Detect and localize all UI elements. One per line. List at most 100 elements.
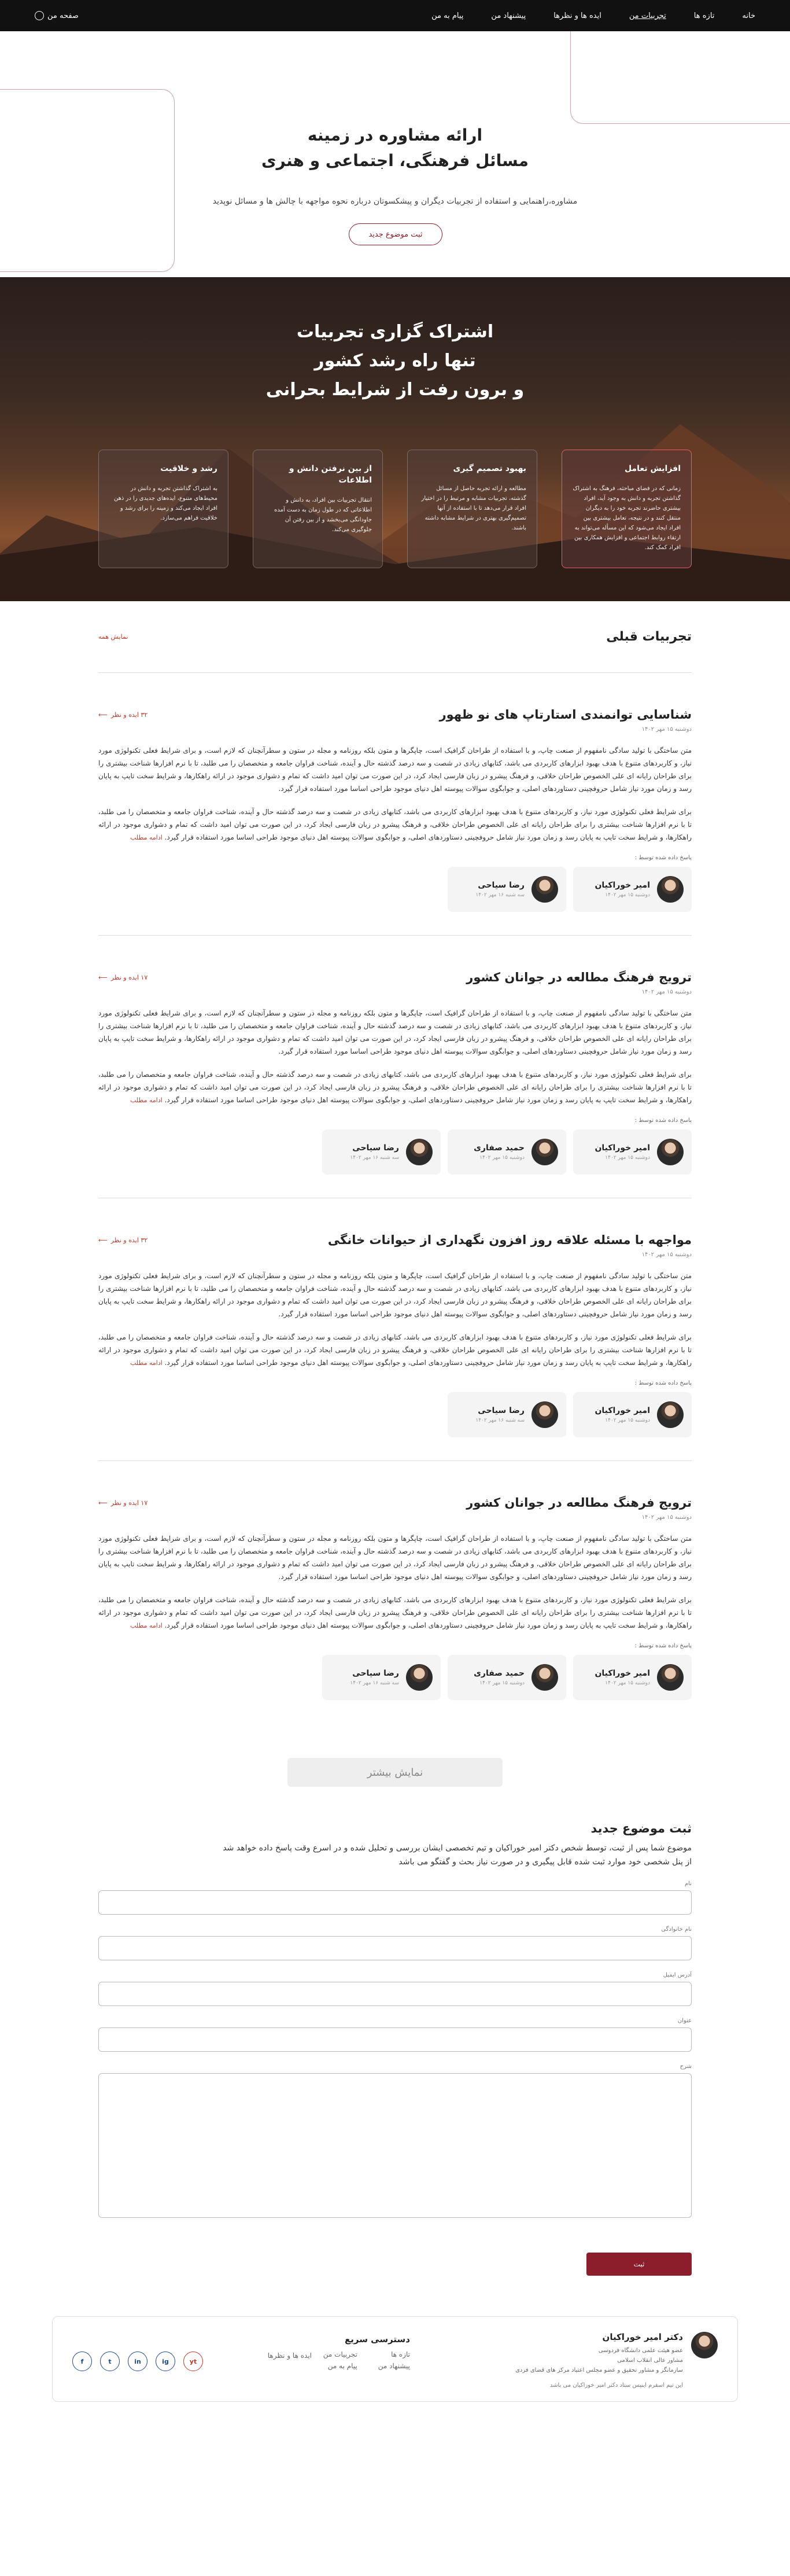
footer-profile: دکتر امیر خوراکیان عضو هیئت علمی دانشگاه… — [515, 2332, 718, 2389]
hero-frame-left — [0, 89, 175, 272]
comments-count-label: ۳۲ ایده و نظر — [110, 711, 148, 719]
post-date: دوشنبه ۱۵ مهر ۱۴۰۲ — [641, 1514, 692, 1521]
footer-link-ideas[interactable]: ایده ها و نظرها — [268, 2351, 312, 2360]
read-more-link[interactable]: ادامه مطلب — [130, 1096, 163, 1104]
footer: دکتر امیر خوراکیان عضو هیئت علمی دانشگاه… — [52, 2316, 738, 2402]
experience-post: ترویج فرهنگ مطالعه در جوانان کشور دوشنبه… — [98, 1461, 692, 1723]
family-field[interactable] — [98, 1936, 692, 1960]
author-card[interactable]: امیر خوراکیان دوشنبه ۱۵ مهر ۱۴۰۲ — [573, 867, 692, 912]
author-card[interactable]: رضا سیاحی سه شنبه ۱۶ مهر ۱۴۰۲ — [322, 1655, 441, 1700]
post-title[interactable]: ترویج فرهنگ مطالعه در جوانان کشور — [98, 970, 692, 984]
facebook-icon[interactable]: f — [72, 2351, 92, 2371]
answered-by-label: پاسخ داده شده توسط : — [634, 1643, 692, 1649]
post-title[interactable]: مواجهه با مسئله علاقه روز افزون نگهداری … — [98, 1233, 692, 1247]
footer-link-suggest[interactable]: پیشنهاد من — [378, 2362, 410, 2370]
nav-ideas[interactable]: ایده ها و نظرها — [553, 12, 601, 20]
comments-count[interactable]: ۳۲ ایده و نظر ⟵ — [98, 711, 147, 719]
section-header: تجربیات قبلی نمایش همه — [98, 601, 692, 673]
footer-link-message[interactable]: پیام به من — [323, 2362, 357, 2370]
avatar — [657, 1401, 684, 1428]
post-paragraph: برای شرایط فعلی تکنولوژی مورد نیاز، و کا… — [98, 1331, 692, 1370]
twitter-icon[interactable]: t — [100, 2351, 120, 2371]
post-paragraph: متن ساختگی با تولید سادگی نامفهوم از صنع… — [98, 1534, 692, 1581]
hero-section: ارائه مشاوره در زمینه مسائل فرهنگی، اجتم… — [0, 31, 790, 277]
experience-post: مواجهه با مسئله علاقه روز افزون نگهداری … — [98, 1198, 692, 1461]
experience-post: ترویج فرهنگ مطالعه در جوانان کشور دوشنبه… — [98, 936, 692, 1198]
subject-field[interactable] — [98, 2027, 692, 2052]
quick-access: دسترسی سریع تازه ها تجربیات من پیشنهاد م… — [323, 2334, 410, 2370]
comments-count[interactable]: ۳۲ ایده و نظر ⟵ — [98, 1237, 147, 1244]
post-paragraph: برای شرایط فعلی تکنولوژی مورد نیاز، و کا… — [98, 805, 692, 844]
footer-title3: سازمانگر و مشاور تحقیق و عضو مجلس اعتیاد… — [515, 2367, 683, 2373]
author-name: حمید صفاری — [474, 1143, 525, 1153]
author-card[interactable]: رضا سیاحی سه شنبه ۱۶ مهر ۱۴۰۲ — [448, 1392, 566, 1437]
show-more-button[interactable]: نمایش بیشتر — [287, 1758, 503, 1787]
read-more-link[interactable]: ادامه مطلب — [130, 834, 163, 841]
post-title[interactable]: ترویج فرهنگ مطالعه در جوانان کشور — [98, 1496, 692, 1510]
my-page-link[interactable]: صفحه من — [35, 11, 79, 20]
post-paragraph-text: برای شرایط فعلی تکنولوژی مورد نیاز، و کا… — [98, 1070, 692, 1104]
author-date: دوشنبه ۱۵ مهر ۱۴۰۲ — [605, 1680, 650, 1686]
benefit-card[interactable]: افزایش تعامل زمانی که در فضای مباحثه، فر… — [562, 450, 692, 568]
benefit-card[interactable]: از بین نرفتن دانش و اطلاعات انتقال تجربی… — [253, 450, 383, 568]
name-label: نام — [684, 1881, 692, 1887]
avatar — [531, 1664, 558, 1691]
form-intro-line1: موضوع شما پس از ثبت، توسط شخص دکتر امیر … — [223, 1843, 692, 1853]
benefit-card[interactable]: بهبود تصمیم گیری مطالعه و ارائه تجربه حا… — [407, 450, 537, 568]
linkedin-icon[interactable]: in — [128, 2351, 147, 2371]
description-textarea[interactable] — [98, 2073, 692, 2218]
show-all-link[interactable]: نمایش همه — [98, 633, 128, 641]
nav-home[interactable]: خانه — [742, 12, 755, 20]
answer-authors: امیر خوراکیان دوشنبه ۱۵ مهر ۱۴۰۲ رضا سیاح… — [98, 1392, 692, 1437]
instagram-icon[interactable]: ig — [156, 2351, 175, 2371]
read-more-link[interactable]: ادامه مطلب — [130, 1359, 163, 1367]
comments-count-label: ۳۲ ایده و نظر — [110, 1237, 148, 1244]
post-paragraph-text: برای شرایط فعلی تکنولوژی مورد نیاز، و کا… — [98, 1596, 692, 1629]
author-name: رضا سیاحی — [352, 1669, 399, 1678]
author-card[interactable]: رضا سیاحی سه شنبه ۱۶ مهر ۱۴۰۲ — [322, 1129, 441, 1175]
post-title[interactable]: شناسایی توانمندی استارتاپ های نو ظهور — [98, 708, 692, 722]
author-card[interactable]: حمید صفاری دوشنبه ۱۵ مهر ۱۴۰۲ — [448, 1129, 566, 1175]
comments-count-label: ۱۷ ایده و نظر — [110, 974, 148, 981]
author-name: حمید صفاری — [474, 1669, 525, 1678]
arrow-left-icon: ⟵ — [98, 1237, 108, 1244]
author-name: رضا سیاحی — [478, 1406, 525, 1415]
nav-news[interactable]: تازه ها — [694, 12, 715, 20]
email-field[interactable] — [98, 1982, 692, 2006]
answer-authors: امیر خوراکیان دوشنبه ۱۵ مهر ۱۴۰۲ حمید صفا… — [98, 1129, 692, 1175]
footer-link-news[interactable]: تازه ها — [378, 2350, 410, 2358]
author-card[interactable]: امیر خوراکیان دوشنبه ۱۵ مهر ۱۴۰۲ — [573, 1129, 692, 1175]
submit-button[interactable]: ثبت — [586, 2253, 692, 2276]
benefit-card[interactable]: رشد و خلاقیت به اشتراک گذاشتن تجربه و دا… — [98, 450, 228, 568]
my-page-label: صفحه من — [47, 11, 79, 20]
author-card[interactable]: حمید صفاری دوشنبه ۱۵ مهر ۱۴۰۲ — [448, 1655, 566, 1700]
footer-link-experiences[interactable]: تجربیات من — [323, 2350, 357, 2358]
author-card[interactable]: امیر خوراکیان دوشنبه ۱۵ مهر ۱۴۰۲ — [573, 1655, 692, 1700]
experience-sharing-band: اشتراک گزاری تجربیات تنها راه رشد کشور و… — [0, 277, 790, 601]
band-title-line3: و برون رفت از شرایط بحرانی — [265, 380, 525, 400]
benefit-card-text: انتقال تجربیات بین افراد، به دانش و اطلا… — [274, 497, 372, 533]
author-date: دوشنبه ۱۵ مهر ۱۴۰۲ — [605, 1418, 650, 1423]
quick-access-title: دسترسی سریع — [344, 2334, 410, 2345]
quick-links: تازه ها تجربیات من پیشنهاد من پیام به من — [323, 2350, 410, 2370]
avatar — [406, 1139, 433, 1165]
author-card[interactable]: امیر خوراکیان دوشنبه ۱۵ مهر ۱۴۰۲ — [573, 1392, 692, 1437]
new-topic-button[interactable]: ثبت موضوع جدید — [349, 223, 442, 245]
arrow-left-icon: ⟵ — [98, 711, 108, 719]
author-card[interactable]: رضا سیاحی سه شنبه ۱۶ مهر ۱۴۰۲ — [448, 867, 566, 912]
nav-suggest[interactable]: پیشنهاد من — [491, 12, 526, 20]
benefit-card-text: به اشتراک گذاشتن تجربه و دانش در محیط‌ها… — [113, 485, 217, 521]
youtube-icon[interactable]: yt — [183, 2351, 203, 2371]
author-name: امیر خوراکیان — [595, 1669, 650, 1678]
nav-experiences[interactable]: تجربیات من — [629, 12, 666, 20]
comments-count[interactable]: ۱۷ ایده و نظر ⟵ — [98, 974, 147, 981]
author-name: رضا سیاحی — [478, 881, 525, 890]
nav-message[interactable]: پیام به من — [431, 12, 463, 20]
read-more-link[interactable]: ادامه مطلب — [130, 1622, 163, 1629]
form-intro: موضوع شما پس از ثبت، توسط شخص دکتر امیر … — [98, 1841, 692, 1869]
quick-links-extra: ایده ها و نظرها — [268, 2351, 312, 2360]
name-field[interactable] — [98, 1890, 692, 1915]
post-date: دوشنبه ۱۵ مهر ۱۴۰۲ — [641, 989, 692, 995]
arrow-left-icon: ⟵ — [98, 974, 108, 981]
comments-count[interactable]: ۱۷ ایده و نظر ⟵ — [98, 1499, 147, 1507]
